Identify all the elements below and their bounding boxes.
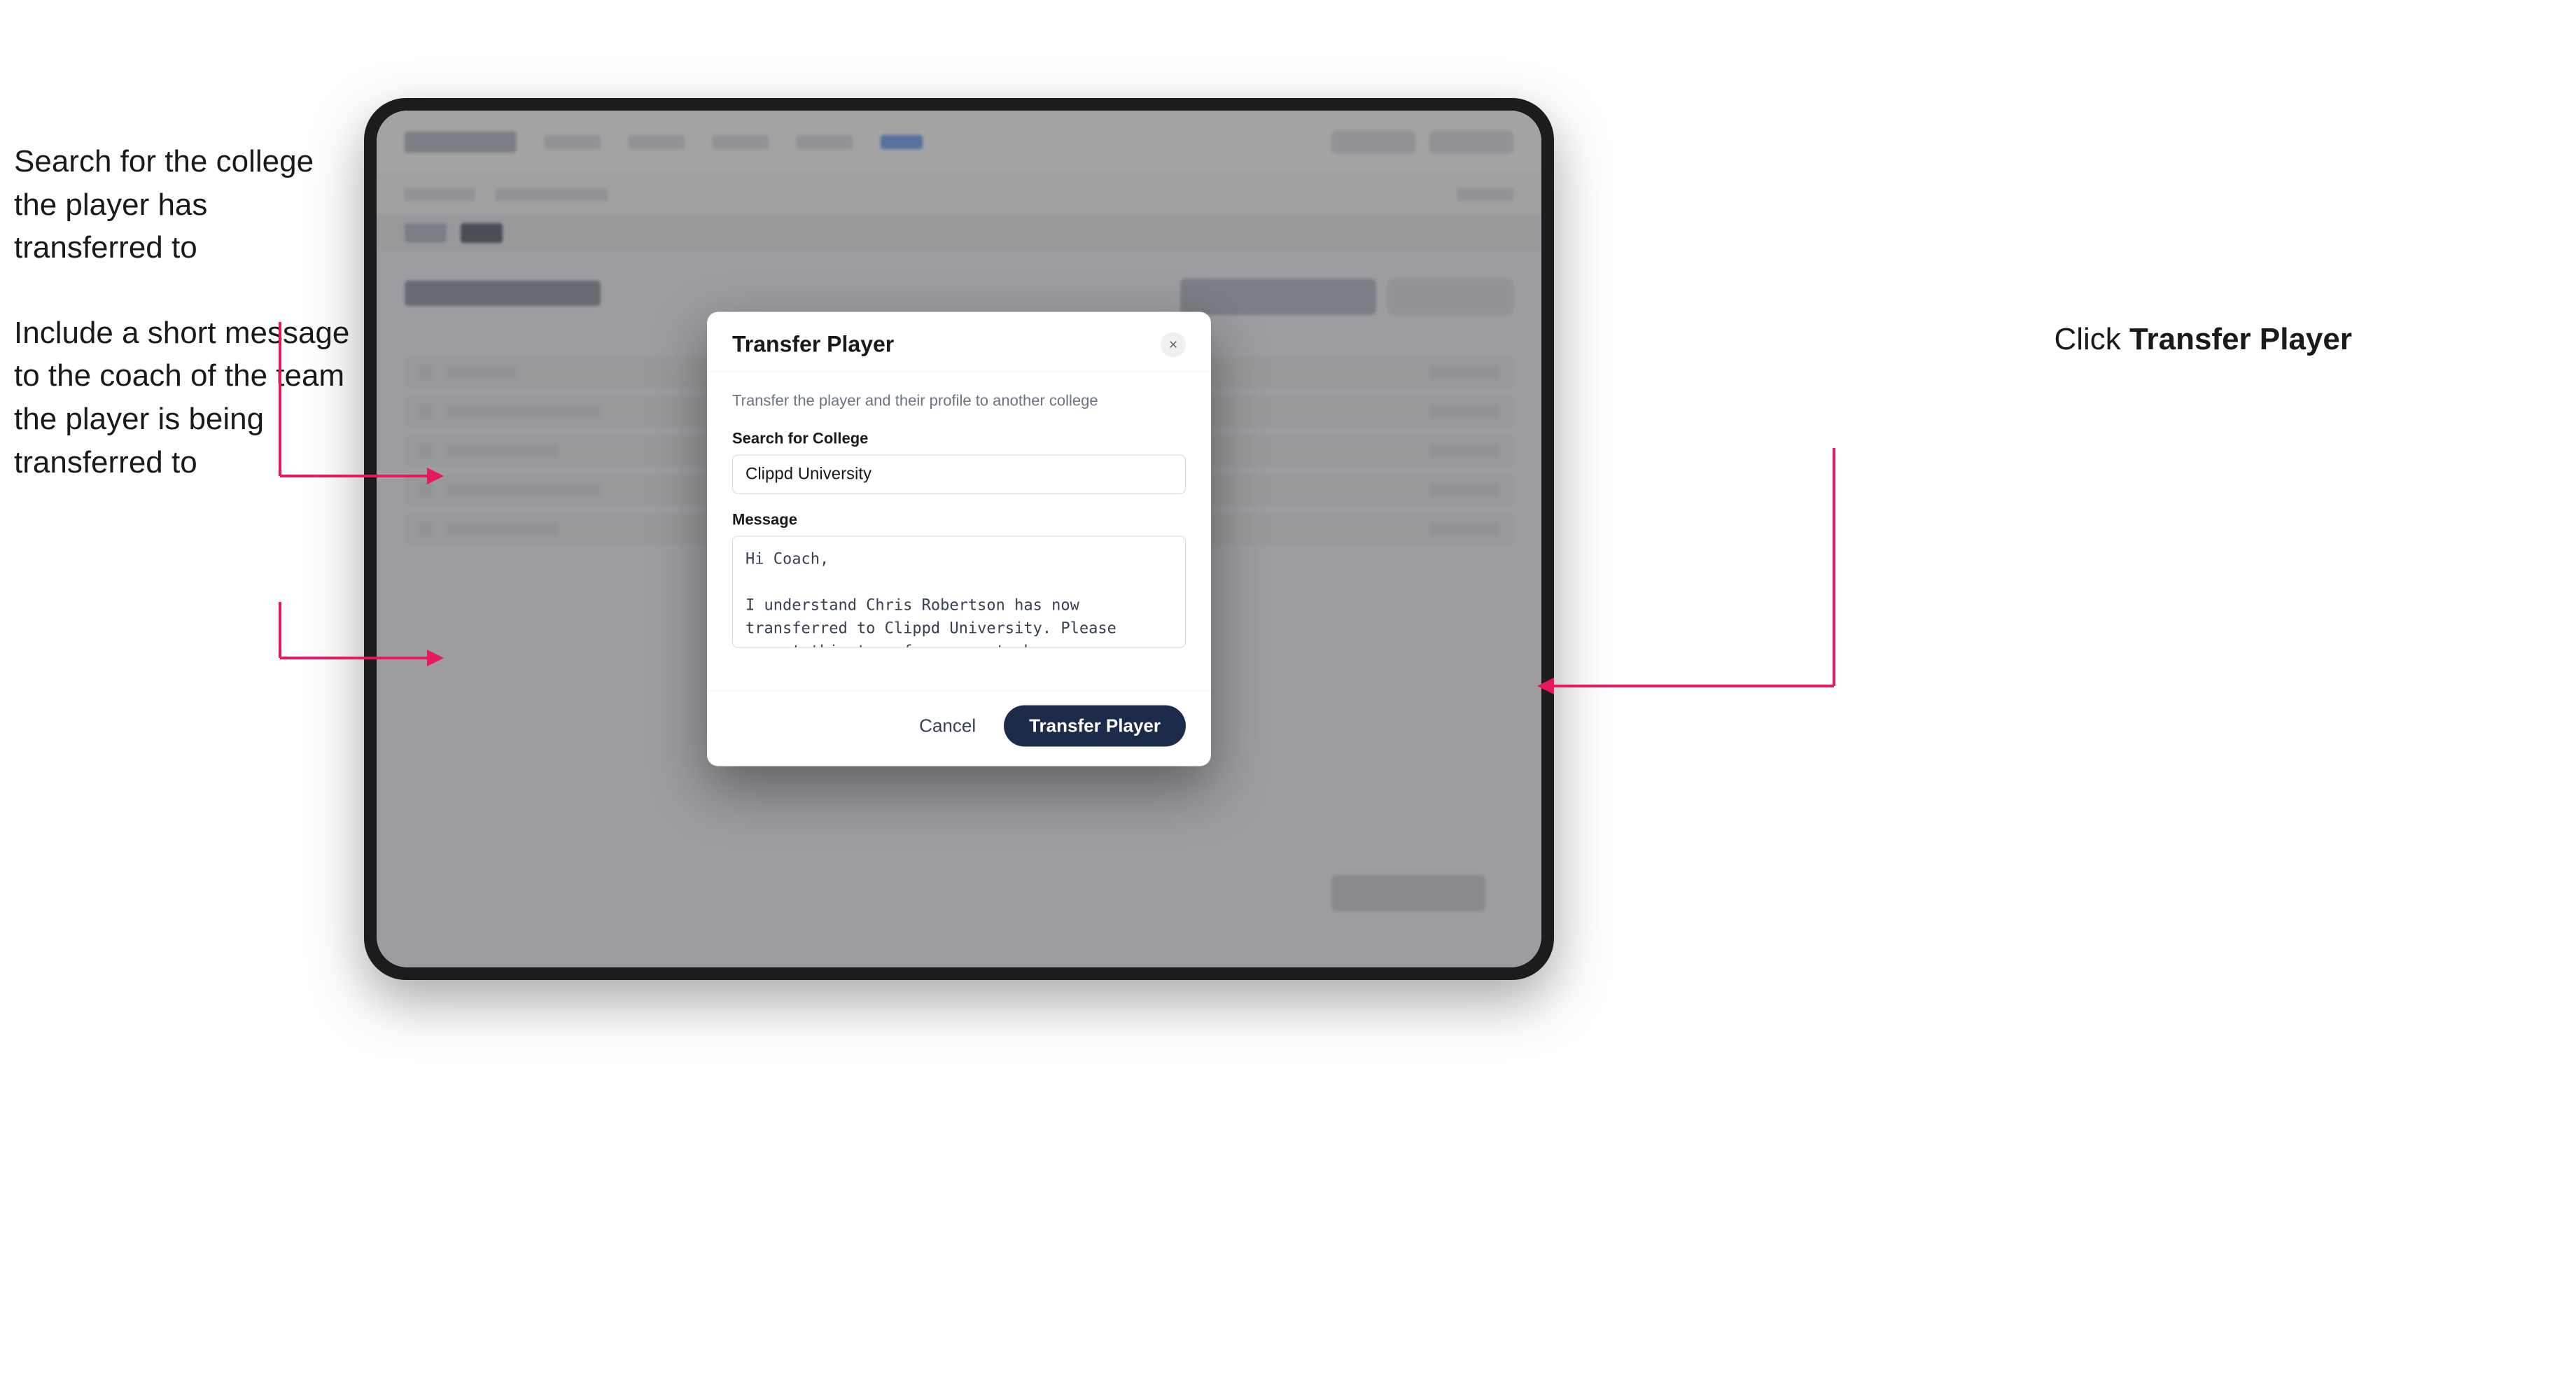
tablet-screen: Transfer Player × Transfer the player an… [377, 111, 1541, 967]
annotation-text-message: Include a short message to the coach of … [14, 312, 350, 484]
message-label: Message [732, 511, 1186, 529]
annotation-text-search: Search for the college the player has tr… [14, 140, 350, 270]
modal-close-button[interactable]: × [1161, 332, 1186, 357]
modal-header: Transfer Player × [707, 312, 1211, 372]
modal-title: Transfer Player [732, 332, 894, 358]
search-college-label: Search for College [732, 430, 1186, 448]
modal-body: Transfer the player and their profile to… [707, 372, 1211, 691]
annotation-text-click: Click Transfer Player [2054, 322, 2352, 356]
modal-subtitle: Transfer the player and their profile to… [732, 392, 1186, 410]
cancel-button[interactable]: Cancel [905, 708, 990, 744]
modal-footer: Cancel Transfer Player [707, 691, 1211, 766]
transfer-player-button[interactable]: Transfer Player [1004, 706, 1186, 747]
message-textarea[interactable]: Hi Coach, I understand Chris Robertson h… [732, 536, 1186, 648]
tablet-device: Transfer Player × Transfer the player an… [364, 98, 1554, 980]
annotation-left: Search for the college the player has tr… [14, 140, 350, 526]
annotation-right: Click Transfer Player [2054, 322, 2352, 357]
transfer-player-modal: Transfer Player × Transfer the player an… [707, 312, 1211, 766]
search-college-input[interactable] [732, 455, 1186, 494]
